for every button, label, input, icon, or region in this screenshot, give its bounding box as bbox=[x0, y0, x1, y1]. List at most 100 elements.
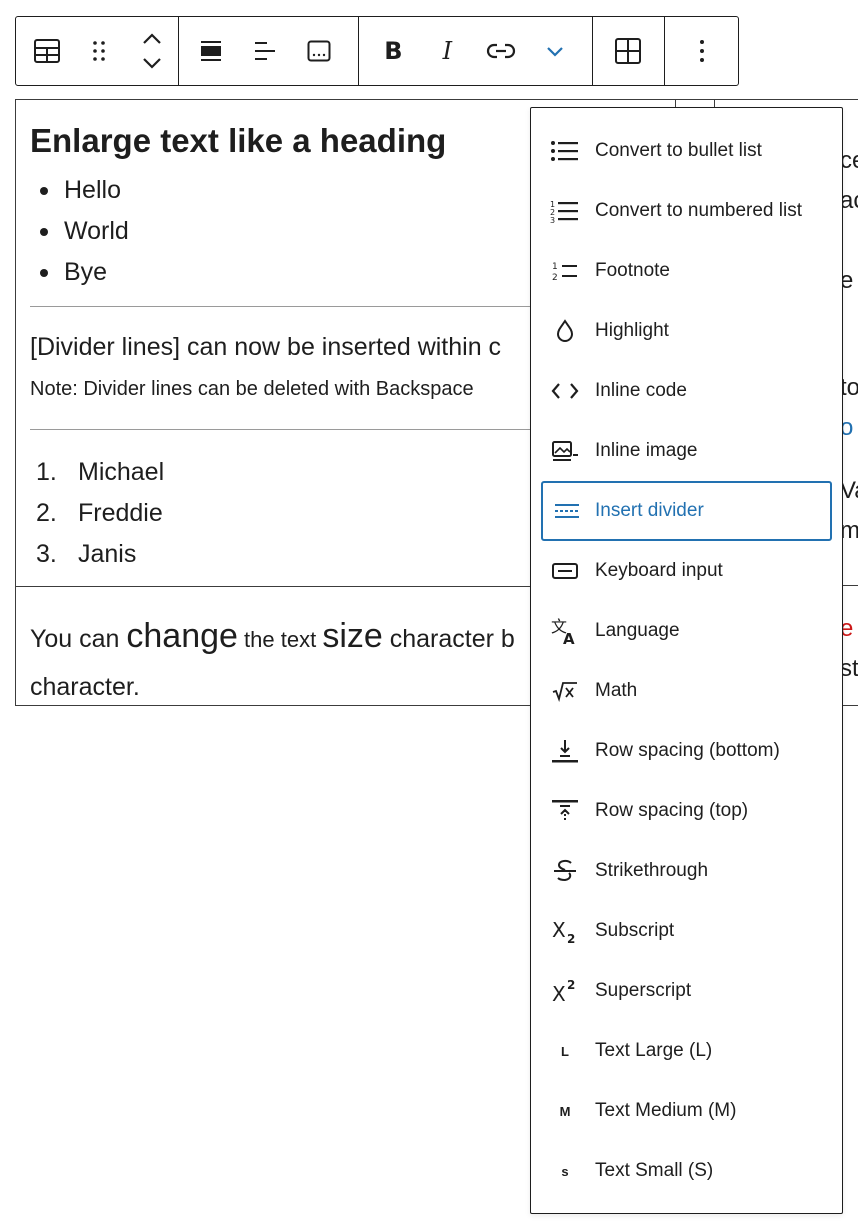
highlight-icon bbox=[537, 318, 593, 344]
svg-text:A: A bbox=[563, 630, 575, 645]
icon-letter: S bbox=[561, 1163, 569, 1179]
menu-item-inline-image[interactable]: Inline image bbox=[541, 421, 832, 481]
text-medium-icon: M bbox=[537, 1104, 593, 1119]
text-run-large: change bbox=[126, 617, 238, 655]
note-text[interactable]: Note: Divider lines can be deleted with … bbox=[30, 378, 474, 401]
image-icon bbox=[537, 440, 593, 462]
menu-item-label: Convert to numbered list bbox=[595, 200, 802, 221]
menu-item-numbered-list[interactable]: 123 Convert to numbered list bbox=[541, 181, 832, 241]
menu-item-superscript[interactable]: X2 Superscript bbox=[541, 961, 832, 1021]
list-item-text: Michael bbox=[78, 458, 165, 486]
row-spacing-top-icon bbox=[537, 798, 593, 824]
bullet-icon bbox=[40, 227, 48, 236]
menu-item-text-small[interactable]: S Text Small (S) bbox=[541, 1141, 832, 1201]
menu-item-label: Row spacing (top) bbox=[595, 800, 749, 821]
align-left-icon[interactable] bbox=[238, 17, 292, 85]
text-run: character b bbox=[382, 625, 515, 653]
strikethrough-icon bbox=[537, 858, 593, 884]
icon-letter: L bbox=[561, 1043, 569, 1059]
caption-icon[interactable] bbox=[292, 17, 346, 85]
menu-item-subscript[interactable]: X2 Subscript bbox=[541, 901, 832, 961]
svg-text:X: X bbox=[552, 918, 566, 942]
list-item-text: World bbox=[64, 217, 129, 245]
list-item[interactable]: 2. Freddie bbox=[36, 493, 164, 534]
table-icon[interactable] bbox=[21, 17, 73, 85]
list-item[interactable]: World bbox=[30, 211, 129, 252]
list-item[interactable]: Bye bbox=[30, 252, 129, 293]
menu-item-label: Text Small (S) bbox=[595, 1160, 714, 1181]
language-icon: 文A bbox=[537, 617, 593, 645]
move-up-down-icon[interactable] bbox=[126, 17, 178, 85]
menu-item-label: Language bbox=[595, 620, 680, 641]
menu-item-label: Convert to bullet list bbox=[595, 140, 762, 161]
menu-item-label: Inline code bbox=[595, 380, 687, 401]
link-icon[interactable] bbox=[474, 17, 528, 85]
menu-item-label: Highlight bbox=[595, 320, 669, 341]
menu-item-text-medium[interactable]: M Text Medium (M) bbox=[541, 1081, 832, 1141]
list-item[interactable]: 1. Michael bbox=[36, 452, 164, 493]
bold-icon[interactable]: B bbox=[366, 17, 420, 85]
text-run: You can bbox=[30, 625, 127, 653]
list-item-text: Hello bbox=[64, 176, 121, 204]
menu-item-math[interactable]: Math bbox=[541, 661, 832, 721]
menu-item-inline-code[interactable]: Inline code bbox=[541, 361, 832, 421]
row-spacing-bottom-icon bbox=[537, 738, 593, 764]
text-small-icon: S bbox=[537, 1164, 593, 1179]
toolbar-group-align bbox=[179, 17, 360, 85]
block-toolbar: B I bbox=[15, 16, 739, 86]
list-number: 3. bbox=[36, 540, 57, 568]
size-paragraph[interactable]: You can change the text size character b… bbox=[30, 608, 515, 705]
toolbar-group-format: B I bbox=[359, 17, 593, 85]
bullet-list-icon bbox=[537, 140, 593, 162]
svg-text:3: 3 bbox=[550, 216, 555, 223]
menu-item-strikethrough[interactable]: Strikethrough bbox=[541, 841, 832, 901]
menu-item-insert-divider[interactable]: Insert divider bbox=[541, 481, 832, 541]
italic-icon[interactable]: I bbox=[420, 17, 474, 85]
menu-item-label: Math bbox=[595, 680, 638, 701]
keyboard-icon bbox=[537, 561, 593, 581]
drag-handle-icon[interactable] bbox=[73, 17, 125, 85]
heading-text[interactable]: Enlarge text like a heading bbox=[30, 122, 446, 160]
code-icon bbox=[537, 381, 593, 401]
menu-item-language[interactable]: 文A Language bbox=[541, 601, 832, 661]
numbered-list-icon: 123 bbox=[537, 199, 593, 223]
options-icon[interactable] bbox=[675, 17, 729, 85]
rich-text-dropdown-menu: Convert to bullet list 123 Convert to nu… bbox=[530, 107, 843, 1214]
text-large-icon: L bbox=[537, 1044, 593, 1059]
menu-item-footnote[interactable]: 12 Footnote bbox=[541, 241, 832, 301]
list-item-text: Bye bbox=[64, 258, 108, 286]
numbered-list: 1. Michael 2. Freddie 3. Janis bbox=[36, 452, 164, 575]
svg-text:X: X bbox=[552, 982, 566, 1004]
menu-item-label: Insert divider bbox=[595, 500, 704, 521]
menu-item-keyboard-input[interactable]: Keyboard input bbox=[541, 541, 832, 601]
menu-item-row-spacing-top[interactable]: Row spacing (top) bbox=[541, 781, 832, 841]
bullet-list: Hello World Bye bbox=[30, 170, 129, 293]
menu-item-highlight[interactable]: Highlight bbox=[541, 301, 832, 361]
menu-item-label: Subscript bbox=[595, 920, 675, 941]
subscript-icon: X2 bbox=[537, 918, 593, 944]
divider-paragraph[interactable]: [Divider lines] can now be inserted with… bbox=[30, 333, 501, 362]
list-number: 1. bbox=[36, 458, 57, 486]
footnote-icon: 12 bbox=[537, 260, 593, 282]
text-run: character. bbox=[30, 672, 140, 701]
menu-item-label: Text Large (L) bbox=[595, 1040, 713, 1061]
toolbar-group-block bbox=[16, 17, 179, 85]
align-wide-icon[interactable] bbox=[184, 17, 238, 85]
menu-item-label: Keyboard input bbox=[595, 560, 723, 581]
list-item-text: Janis bbox=[78, 540, 137, 568]
bullet-icon bbox=[40, 268, 48, 277]
menu-item-text-large[interactable]: L Text Large (L) bbox=[541, 1021, 832, 1081]
icon-letter: M bbox=[559, 1103, 571, 1119]
menu-item-bullet-list[interactable]: Convert to bullet list bbox=[541, 121, 832, 181]
more-rich-text-icon[interactable] bbox=[528, 17, 582, 85]
svg-text:2: 2 bbox=[567, 978, 575, 992]
menu-item-row-spacing-bottom[interactable]: Row spacing (bottom) bbox=[541, 721, 832, 781]
insert-table-icon[interactable] bbox=[601, 17, 655, 85]
menu-item-label: Strikethrough bbox=[595, 860, 709, 881]
list-number: 2. bbox=[36, 499, 57, 527]
toolbar-group-options bbox=[665, 17, 738, 85]
list-item[interactable]: Hello bbox=[30, 170, 129, 211]
svg-text:2: 2 bbox=[552, 273, 558, 282]
math-icon bbox=[537, 680, 593, 702]
list-item[interactable]: 3. Janis bbox=[36, 534, 164, 575]
